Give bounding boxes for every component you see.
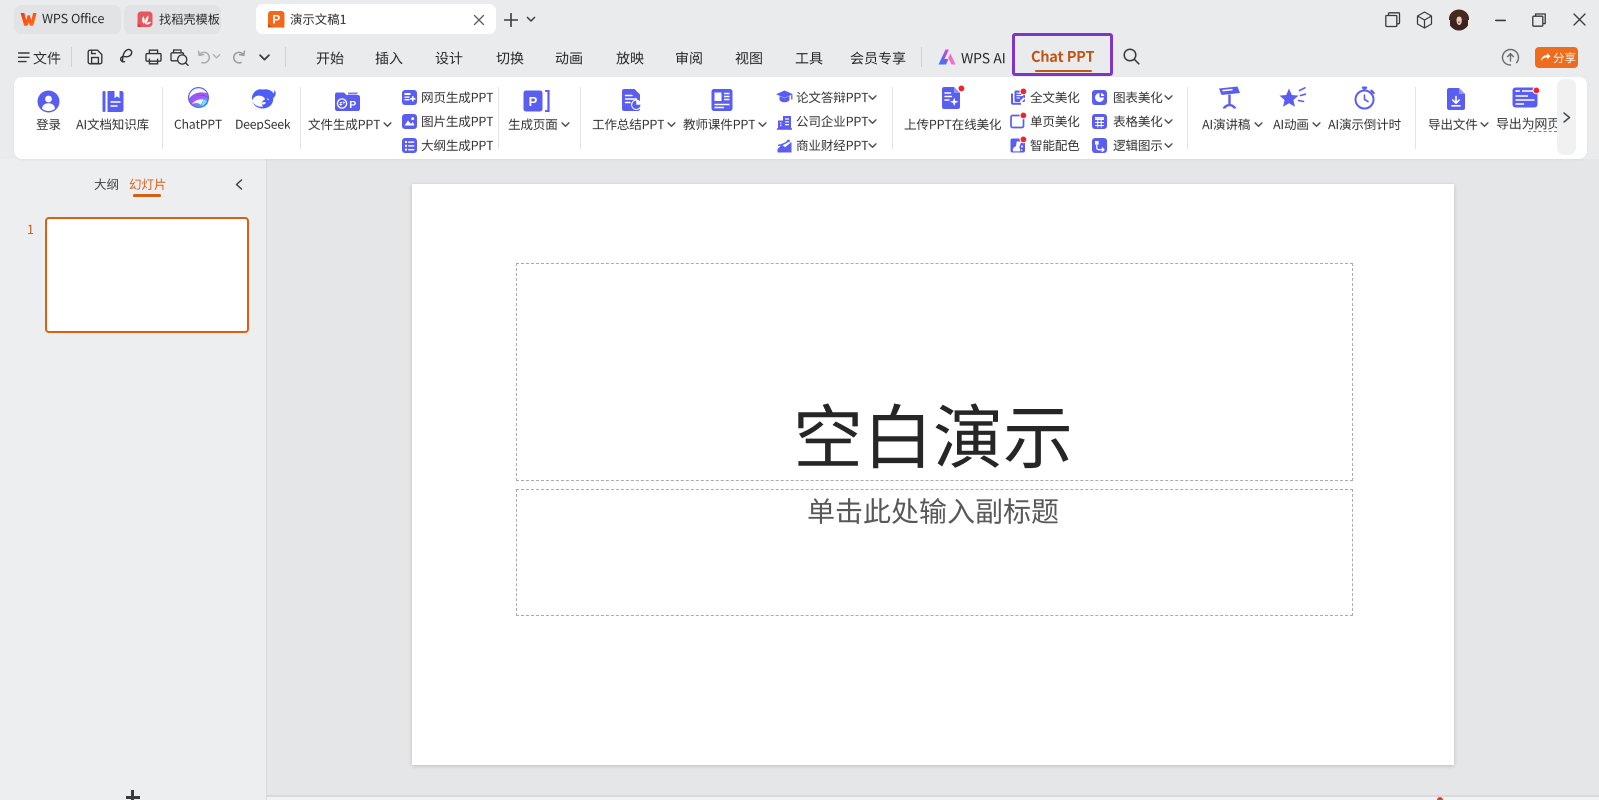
- svg-text:P: P: [529, 94, 538, 109]
- svg-text:P: P: [349, 99, 356, 111]
